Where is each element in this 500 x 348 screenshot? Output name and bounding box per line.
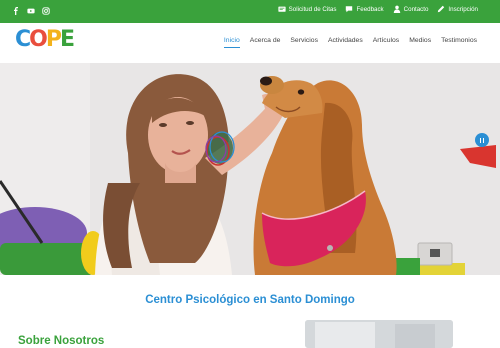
solicitud-de-citas-link[interactable]: Solicitud de Citas [278,5,337,13]
nav-acerca-de[interactable]: Acerca de [250,37,281,48]
header: C O P E Inicio Acerca de Servicios Activ… [0,23,500,63]
form-icon [278,6,286,12]
cope-logo[interactable]: C O P E [15,26,75,52]
facebook-icon[interactable] [12,6,20,16]
top-links: Solicitud de Citas Feedback Contacto Ins… [278,5,478,13]
inscripcion-link[interactable]: Inscripción [437,5,478,13]
instagram-icon[interactable] [42,6,50,16]
pencil-icon [438,5,445,13]
logo-letter-c: C [15,27,31,52]
section-heading: Centro Psicológico en Santo Domingo [145,294,355,306]
about-image [305,320,453,348]
slider-pause-button[interactable] [475,133,489,147]
youtube-icon[interactable] [27,6,35,16]
pause-icon-bar-left [479,137,482,143]
social-links [12,6,50,16]
hero-slider [0,63,500,275]
nav-medios[interactable]: Medios [409,37,431,48]
user-icon [393,5,400,13]
pause-icon-bar-right [482,137,485,143]
solicitud-de-citas-label: Solicitud de Citas [288,5,337,13]
contacto-link[interactable]: Contacto [393,5,429,13]
feedback-link[interactable]: Feedback [345,5,384,13]
hero-image [0,63,500,275]
feedback-label: Feedback [356,5,384,13]
about-heading: Sobre Nosotros [18,335,105,347]
chat-icon [346,6,353,13]
nav-testimonios[interactable]: Testimonios [441,37,477,48]
logo-letter-o: O [29,27,48,52]
nav-servicios[interactable]: Servicios [290,37,318,48]
inscripcion-label: Inscripción [448,5,478,13]
nav-articulos[interactable]: Artículos [373,37,399,48]
top-bar: Solicitud de Citas Feedback Contacto Ins… [0,0,500,23]
logo-letter-p: P [45,27,62,52]
nav-inicio[interactable]: Inicio [223,37,240,48]
nav-actividades[interactable]: Actividades [328,37,363,48]
logo-letter-e: E [59,27,75,52]
contacto-label: Contacto [403,5,429,13]
main-nav: Inicio Acerca de Servicios Actividades A… [223,37,477,48]
